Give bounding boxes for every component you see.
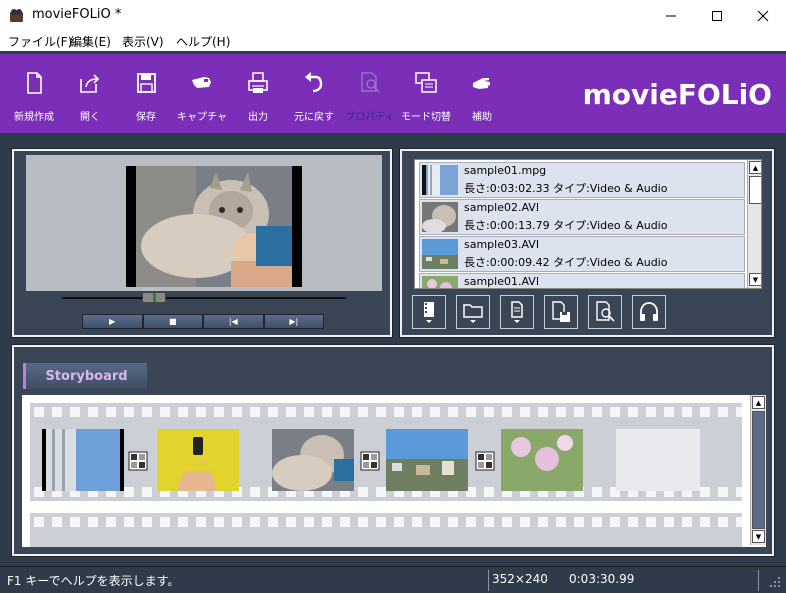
- toolbar: 新規作成 開く 保存 キャプチャ 出力 元に戻す プロパティ モード切替 補助 …: [0, 51, 786, 136]
- minimize-button[interactable]: [648, 0, 694, 31]
- brand-logo: movieFOLiO: [582, 78, 772, 111]
- properties-icon: [361, 72, 380, 93]
- undo-button[interactable]: 元に戻す: [286, 70, 342, 130]
- folder-menu-icon: [463, 304, 483, 323]
- minimize-icon: [666, 15, 676, 16]
- properties-button[interactable]: プロパティ: [342, 70, 398, 130]
- thumbnail-image: [422, 239, 458, 269]
- document-menu-icon: [511, 301, 523, 323]
- playback-controls: ▶ ■ |◀ ▶|: [82, 314, 324, 329]
- tab-storyboard[interactable]: Storyboard: [23, 363, 147, 389]
- storyboard-clip[interactable]: [42, 429, 124, 491]
- menu-edit[interactable]: 編集(E): [70, 33, 111, 50]
- transition-icon[interactable]: [128, 451, 148, 471]
- list-scrollbar[interactable]: ▲ ▼: [747, 160, 761, 288]
- resize-grip-icon[interactable]: [768, 575, 782, 589]
- scroll-down-arrow-icon[interactable]: ▼: [749, 273, 761, 286]
- scroll-thumb[interactable]: [752, 411, 765, 529]
- menu-help[interactable]: ヘルプ(H): [176, 33, 230, 50]
- preview-button[interactable]: [588, 295, 622, 329]
- maximize-button[interactable]: [694, 0, 740, 31]
- seek-thumb[interactable]: [142, 292, 166, 303]
- video-menu-button[interactable]: [412, 295, 446, 329]
- status-resolution: 352×240: [492, 572, 548, 586]
- storyboard-area: ▲ ▼: [22, 395, 766, 547]
- open-button[interactable]: 開く: [62, 70, 118, 130]
- window-title: movieFOLiO *: [32, 7, 122, 22]
- scroll-up-arrow-icon[interactable]: ▲: [752, 396, 765, 409]
- status-divider: [488, 570, 489, 591]
- preview-panel: ▶ ■ |◀ ▶|: [11, 148, 393, 338]
- new-button[interactable]: 新規作成: [6, 70, 62, 130]
- save-icon: [137, 73, 156, 93]
- save-list-button[interactable]: [544, 295, 578, 329]
- capture-button[interactable]: キャプチャ: [174, 70, 230, 130]
- storyboard-clip[interactable]: [501, 429, 583, 491]
- print-output-icon: [248, 72, 268, 93]
- audio-button[interactable]: [632, 295, 666, 329]
- storyboard-clip[interactable]: [157, 429, 239, 491]
- capture-camera-icon: [192, 77, 211, 88]
- open-icon: [80, 74, 100, 93]
- storyboard-clip[interactable]: [386, 429, 468, 491]
- next-button[interactable]: ▶|: [263, 314, 324, 329]
- scroll-thumb[interactable]: [749, 176, 761, 204]
- new-document-icon: [27, 72, 42, 94]
- output-button[interactable]: 出力: [230, 70, 286, 130]
- status-duration: 0:03:30.99: [569, 572, 635, 586]
- undo-icon: [305, 72, 323, 93]
- storyboard-scrollbar[interactable]: ▲ ▼: [750, 395, 766, 545]
- storyboard-clip[interactable]: [272, 429, 354, 491]
- thumbnail-image: [422, 202, 458, 232]
- assist-button[interactable]: 補助: [454, 70, 510, 130]
- video-menu-icon: [424, 302, 434, 323]
- status-bar: F1 キーでヘルプを表示します。 352×240 0:03:30.99: [0, 566, 786, 593]
- mode-switch-icon: [415, 72, 437, 93]
- menu-bar: ファイル(F) 編集(E) 表示(V) ヘルプ(H): [0, 31, 786, 51]
- transition-icon[interactable]: [360, 451, 380, 471]
- list-item[interactable]: sample02.AVI 長さ:0:00:13.79 タイプ:Video & A…: [419, 199, 745, 235]
- list-item[interactable]: sample01.mpg 長さ:0:03:02.33 タイプ:Video & A…: [419, 162, 745, 198]
- storyboard-panel: Storyboard ▲ ▼: [11, 344, 775, 557]
- status-divider: [758, 570, 759, 591]
- menu-file[interactable]: ファイル(F): [8, 33, 72, 50]
- mode-switch-button[interactable]: モード切替: [398, 70, 454, 130]
- save-list-icon: [552, 301, 570, 322]
- previous-button[interactable]: |◀: [203, 314, 264, 329]
- thumbnail-image: [422, 165, 458, 195]
- maximize-icon: [712, 10, 722, 21]
- media-list-panel: sample01.mpg 長さ:0:03:02.33 タイプ:Video & A…: [399, 148, 775, 338]
- title-bar: movieFOLiO *: [0, 0, 786, 31]
- video-frame: [126, 166, 302, 287]
- assist-hand-icon: [473, 78, 490, 89]
- film-reel-icon: [10, 9, 23, 22]
- list-item[interactable]: sample03.AVI 長さ:0:00:09.42 タイプ:Video & A…: [419, 236, 745, 272]
- media-list: sample01.mpg 長さ:0:03:02.33 タイプ:Video & A…: [414, 159, 762, 289]
- close-icon: [757, 10, 769, 21]
- menu-view[interactable]: 表示(V): [122, 33, 164, 50]
- film-strip: [30, 403, 742, 501]
- play-button[interactable]: ▶: [82, 314, 143, 329]
- scroll-up-arrow-icon[interactable]: ▲: [749, 161, 761, 174]
- folder-menu-button[interactable]: [456, 295, 490, 329]
- preview-screen: [26, 155, 382, 291]
- seek-track[interactable]: [62, 297, 346, 299]
- preview-icon: [596, 301, 615, 322]
- film-strip: [30, 513, 742, 547]
- audio-headphones-icon: [640, 302, 658, 321]
- close-button[interactable]: [740, 0, 786, 31]
- save-button[interactable]: 保存: [118, 70, 174, 130]
- status-message: F1 キーでヘルプを表示します。: [7, 574, 180, 588]
- document-menu-button[interactable]: [500, 295, 534, 329]
- storyboard-empty-slot[interactable]: [616, 429, 700, 491]
- transition-icon[interactable]: [475, 451, 495, 471]
- list-item[interactable]: sample01.AVI: [419, 273, 745, 288]
- stop-button[interactable]: ■: [142, 314, 203, 329]
- thumbnail-image: [422, 276, 458, 288]
- scroll-down-arrow-icon[interactable]: ▼: [752, 530, 765, 543]
- video-preview-image: [136, 166, 292, 287]
